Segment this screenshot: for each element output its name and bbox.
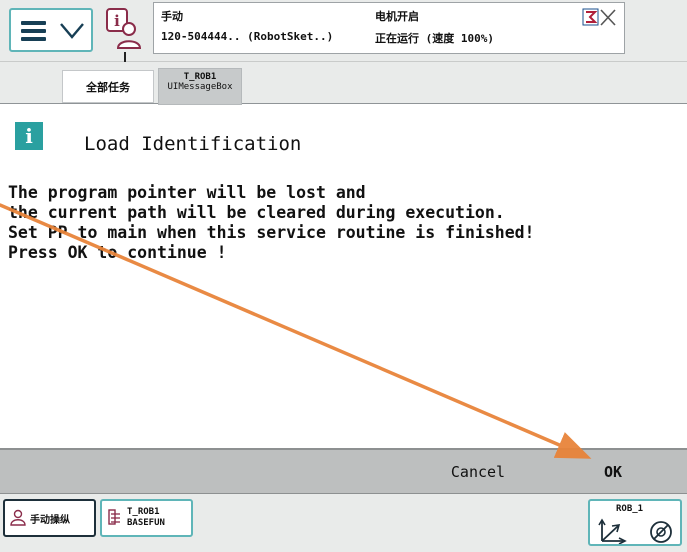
event-log-icon[interactable]: i — [103, 6, 147, 52]
task-line2: BASEFUN — [127, 518, 165, 528]
close-icon[interactable] — [582, 8, 616, 28]
message-title: Load Identification — [84, 133, 302, 155]
controller-text: 120-504444.. (RobotSket..) — [161, 30, 334, 43]
status-panel[interactable]: 手动 120-504444.. (RobotSket..) 电机开启 正在运行 … — [153, 2, 625, 54]
message-line: Set PP to main when this service routine… — [8, 223, 535, 242]
run-state-text: 正在运行 (速度 100%) — [375, 32, 494, 45]
taskbar: 手动操纵 T_ROB1 BASEFUN ROB_1 — [0, 494, 687, 552]
header: i 手动 120-504444.. (RobotSket..) 电机开启 正在运… — [0, 0, 687, 69]
window-tabs: 全部任务 T_ROB1 UIMessageBox — [0, 62, 687, 105]
dialog-button-bar: Cancel OK — [0, 448, 687, 494]
mode-text: 手动 — [161, 10, 183, 23]
message-box: i Load Identification The program pointe… — [0, 105, 687, 448]
motors-text: 电机开启 — [375, 10, 419, 23]
message-line: Press OK to continue ! — [8, 243, 227, 262]
task-icon — [108, 509, 120, 525]
svg-text:i: i — [114, 12, 120, 30]
menu-icon — [21, 21, 46, 41]
tab-all-tasks[interactable]: 全部任务 — [62, 70, 154, 103]
tab-message-box[interactable]: T_ROB1 UIMessageBox — [158, 68, 242, 105]
quickset-robot-button[interactable]: ROB_1 — [588, 499, 682, 546]
cancel-button[interactable]: Cancel — [415, 450, 541, 494]
tab-message-box-line2: UIMessageBox — [167, 82, 233, 92]
message-line: the current path will be cleared during … — [8, 203, 505, 222]
speed-icon — [650, 521, 672, 543]
task-line1: T_ROB1 — [127, 507, 160, 517]
tab-message-box-line1: T_ROB1 — [183, 72, 217, 82]
taskbar-task-button[interactable]: T_ROB1 BASEFUN — [100, 499, 193, 537]
chevron-down-icon — [60, 23, 84, 39]
taskbar-jogging-button[interactable]: 手动操纵 — [3, 499, 96, 537]
robot-label: ROB_1 — [616, 504, 644, 514]
jog-icon — [10, 509, 26, 526]
message-line: The program pointer will be lost and — [8, 183, 366, 202]
coordinate-system-icon — [598, 518, 627, 544]
jog-label: 手动操纵 — [30, 514, 70, 526]
main-menu-button[interactable] — [9, 8, 93, 52]
ok-button[interactable]: OK — [550, 450, 676, 494]
info-icon: i — [15, 122, 43, 150]
